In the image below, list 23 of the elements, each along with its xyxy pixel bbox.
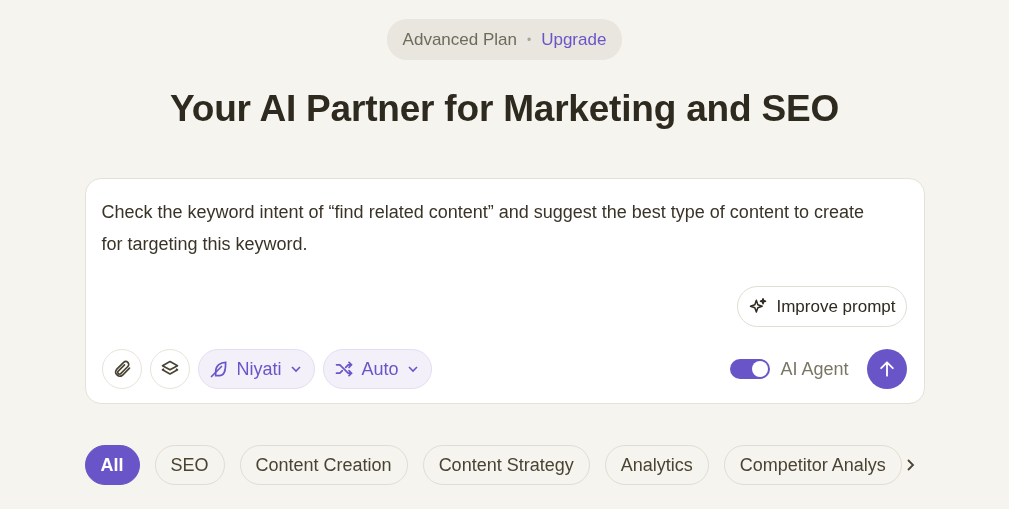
headline: Your AI Partner for Marketing and SEO [170,88,839,130]
feather-icon [208,359,229,379]
chevron-down-icon [289,363,302,375]
prompt-text[interactable]: Check the keyword intent of “find related content” and suggest the best type of content to create for targeting this keyword. [101,196,882,260]
category-chip[interactable]: Content Creation [239,445,408,485]
chevron-down-icon [406,363,419,375]
agent-toggle[interactable] [730,359,771,379]
category-chip[interactable]: All [84,445,140,485]
shuffle-icon [333,359,354,379]
upgrade-link[interactable]: Upgrade [541,29,607,50]
category-chip[interactable]: Analytics [604,445,709,485]
plan-name: Advanced Plan [402,29,517,50]
category-chip[interactable]: Content Strategy [422,445,590,485]
improve-prompt-button[interactable]: Improve prompt [737,286,907,327]
category-chip[interactable]: SEO [154,445,225,485]
send-button[interactable] [866,349,907,389]
persona-dropdown[interactable]: Niyati [197,349,315,389]
separator-dot: • [526,32,532,47]
agent-label: AI Agent [780,358,849,380]
attach-button[interactable] [101,349,142,389]
mode-dropdown[interactable]: Auto [322,349,432,389]
category-chip[interactable]: Competitor Analys [723,445,902,485]
layers-button[interactable] [149,349,190,389]
